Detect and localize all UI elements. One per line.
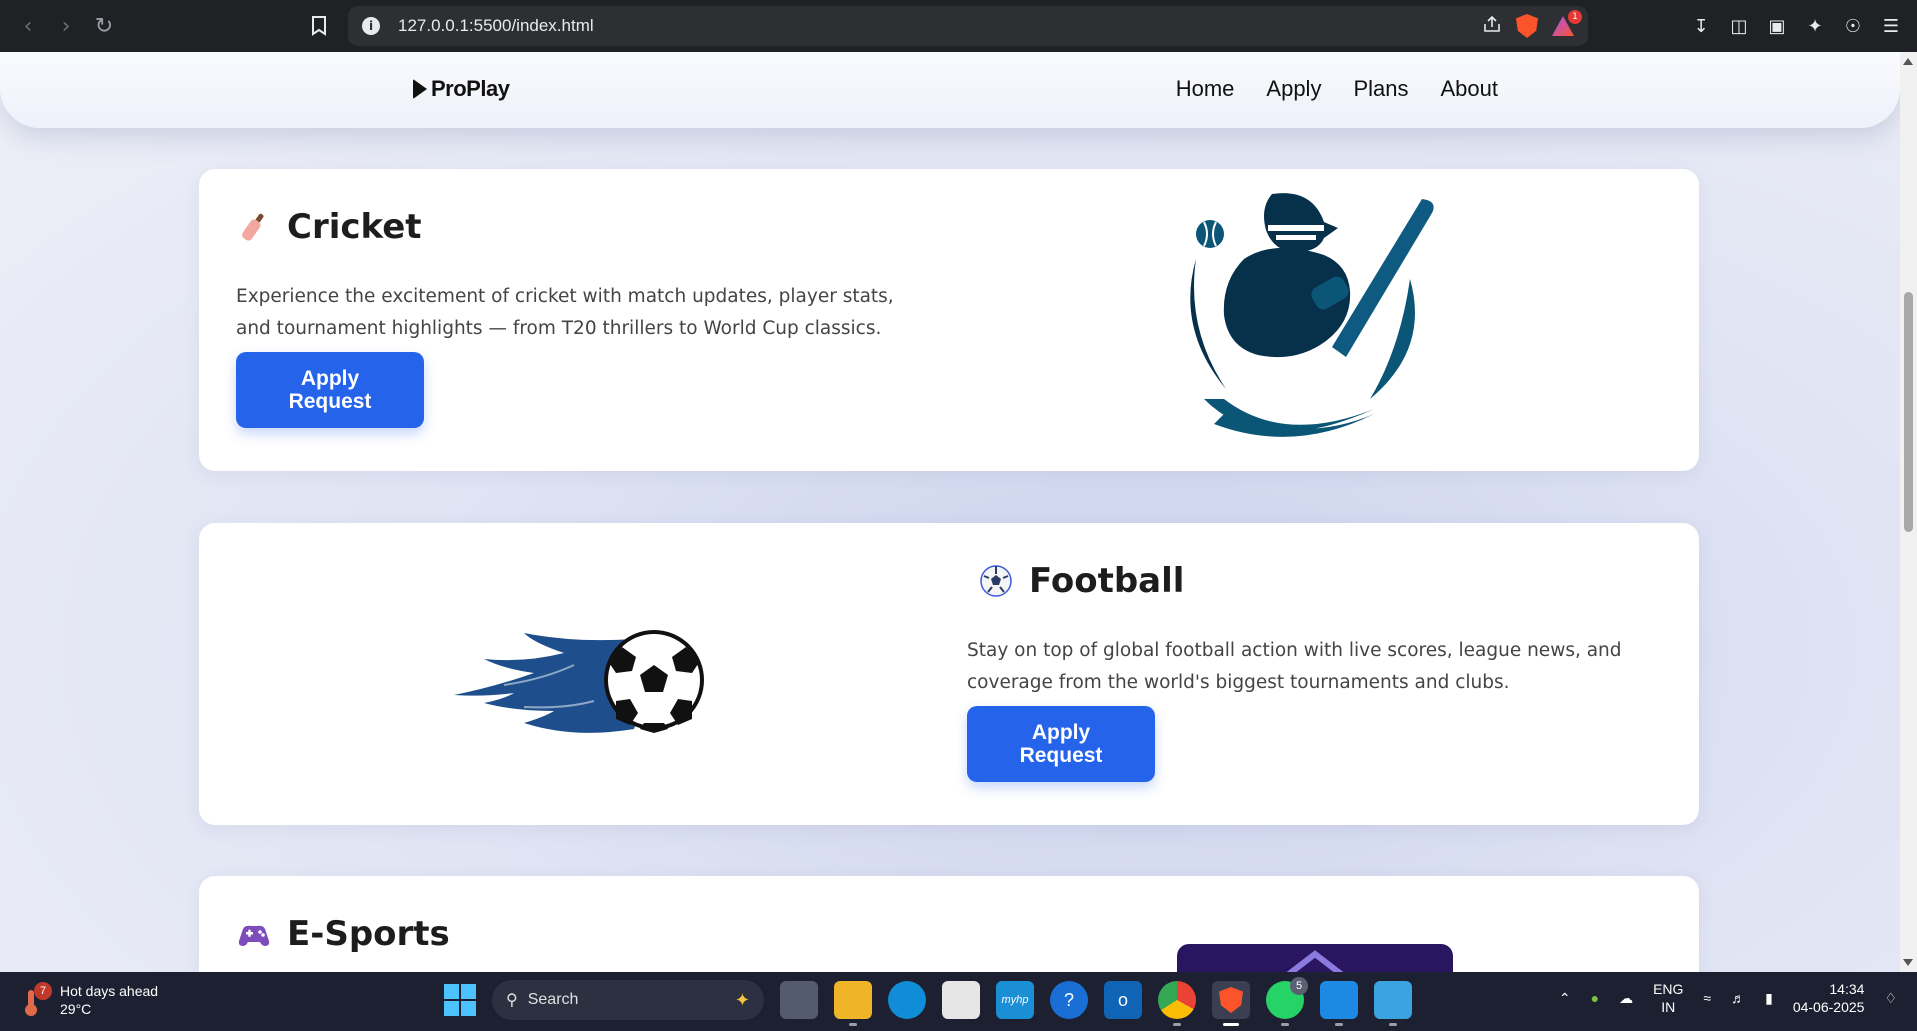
weather-temp: 29°C bbox=[60, 1001, 92, 1017]
notification-bell-icon[interactable]: ♢ bbox=[1884, 990, 1897, 1007]
play-icon bbox=[413, 79, 427, 99]
page-viewport: ProPlay Home Apply Plans About Cricket E… bbox=[0, 52, 1900, 972]
help-icon[interactable]: ? bbox=[1050, 981, 1088, 1019]
apply-request-button-cricket[interactable]: Apply Request bbox=[236, 352, 424, 428]
taskbar-apps: ⚲ Search ✦ myhp ? o 5 bbox=[444, 977, 1412, 1026]
chrome-icon[interactable] bbox=[1158, 981, 1196, 1026]
search-placeholder: Search bbox=[527, 991, 579, 1008]
bookmark-icon[interactable] bbox=[302, 9, 336, 43]
scroll-thumb[interactable] bbox=[1904, 292, 1913, 532]
browser-tools: ↧ ◫ ▣ ✦ ☉ ☰ bbox=[1689, 16, 1903, 37]
brave-shields-icon[interactable] bbox=[1516, 14, 1538, 38]
weather-widget[interactable]: 7 Hot days ahead 29°C bbox=[22, 982, 158, 1018]
browser-nav-group: ‹ › ↻ bbox=[10, 8, 122, 44]
vscode-icon[interactable] bbox=[1320, 981, 1358, 1026]
clock[interactable]: 14:34 04-06-2025 bbox=[1793, 980, 1865, 1016]
sport-card-esports: E-Sports bbox=[199, 876, 1699, 972]
main-nav: Home Apply Plans About bbox=[1176, 76, 1498, 102]
file-explorer-icon[interactable] bbox=[834, 981, 872, 1026]
site-logo[interactable]: ProPlay bbox=[413, 76, 510, 102]
card-description-cricket: Experience the excitement of cricket wit… bbox=[236, 286, 894, 339]
download-icon[interactable]: ↧ bbox=[1689, 16, 1713, 37]
taskbar-search[interactable]: ⚲ Search ✦ bbox=[492, 980, 764, 1020]
soccer-ball-icon bbox=[980, 565, 1012, 597]
edge-icon[interactable] bbox=[888, 981, 926, 1019]
gamepad-icon bbox=[238, 925, 270, 946]
logo-text: ProPlay bbox=[431, 76, 510, 101]
weather-title: Hot days ahead bbox=[60, 983, 159, 999]
clock-date: 04-06-2025 bbox=[1792, 999, 1865, 1015]
task-view-icon[interactable] bbox=[780, 981, 818, 1019]
brave-rewards-icon[interactable]: 1 bbox=[1552, 10, 1582, 36]
forward-icon[interactable]: › bbox=[48, 8, 84, 44]
site-header: ProPlay Home Apply Plans About bbox=[0, 52, 1900, 128]
card-description-football: Stay on top of global football action wi… bbox=[967, 640, 1622, 693]
cloud-sync-icon[interactable]: ☁ bbox=[1619, 990, 1633, 1007]
card-title-cricket: Cricket bbox=[237, 207, 422, 247]
store-icon[interactable] bbox=[942, 981, 980, 1019]
scroll-down-icon[interactable] bbox=[1903, 959, 1913, 966]
nav-apply[interactable]: Apply bbox=[1266, 76, 1321, 102]
card-title-football: Football bbox=[979, 561, 1184, 601]
tray-app-icon[interactable]: ● bbox=[1591, 990, 1599, 1006]
sport-card-cricket: Cricket Experience the excitement of cri… bbox=[199, 169, 1699, 471]
clock-time: 14:34 bbox=[1829, 981, 1865, 997]
address-bar[interactable]: i 127.0.0.1:5500/index.html 1 bbox=[348, 6, 1588, 46]
copilot-spark-icon: ✦ bbox=[734, 989, 750, 1010]
taskbar: 7 Hot days ahead 29°C ⚲ Search ✦ myhp ? … bbox=[0, 972, 1917, 1031]
weather-badge: 7 bbox=[34, 982, 52, 1000]
cricket-bat-icon bbox=[242, 213, 264, 241]
rewards-badge: 1 bbox=[1568, 10, 1582, 24]
card-title-esports: E-Sports bbox=[237, 914, 450, 954]
reload-icon[interactable]: ↻ bbox=[86, 8, 122, 44]
leo-ai-icon[interactable]: ✦ bbox=[1803, 16, 1827, 37]
volume-icon[interactable]: ♬ bbox=[1731, 990, 1745, 1006]
cricket-player-illustration bbox=[1190, 193, 1434, 437]
esports-illustration bbox=[1177, 944, 1453, 972]
nav-plans[interactable]: Plans bbox=[1353, 76, 1408, 102]
address-url[interactable]: 127.0.0.1:5500/index.html bbox=[398, 16, 1482, 36]
apply-request-button-football[interactable]: Apply Request bbox=[967, 706, 1155, 782]
brave-taskbar-icon[interactable] bbox=[1212, 981, 1250, 1026]
wallet-icon[interactable]: ▣ bbox=[1765, 16, 1789, 37]
thermometer-icon: 7 bbox=[22, 982, 52, 1018]
notepad-icon[interactable] bbox=[1374, 981, 1412, 1026]
browser-toolbar: ‹ › ↻ i 127.0.0.1:5500/index.html 1 ↧ ◫ … bbox=[0, 0, 1917, 52]
battery-icon[interactable]: ▮ bbox=[1765, 990, 1773, 1007]
sidebar-icon[interactable]: ◫ bbox=[1727, 16, 1751, 37]
address-bar-actions: 1 bbox=[1482, 10, 1582, 38]
windows-start-icon[interactable] bbox=[444, 984, 476, 1016]
page-scrollbar[interactable] bbox=[1900, 52, 1917, 972]
site-info-icon[interactable]: i bbox=[362, 17, 380, 35]
menu-icon[interactable]: ☰ bbox=[1879, 16, 1903, 37]
vpn-icon[interactable]: ☉ bbox=[1841, 16, 1865, 37]
nav-home[interactable]: Home bbox=[1176, 76, 1235, 102]
tray-overflow-icon[interactable]: ⌃ bbox=[1559, 990, 1571, 1007]
football-illustration bbox=[454, 630, 704, 733]
sport-card-football: Football Stay on top of global football … bbox=[199, 523, 1699, 825]
back-icon[interactable]: ‹ bbox=[10, 8, 46, 44]
language-indicator[interactable]: ENG IN bbox=[1653, 980, 1683, 1016]
nav-about[interactable]: About bbox=[1441, 76, 1499, 102]
scroll-up-icon[interactable] bbox=[1903, 58, 1913, 65]
system-tray: ⌃ ● ☁ ENG IN ≈ ♬ ▮ 14:34 04-06-2025 ♢ bbox=[1559, 980, 1897, 1016]
search-icon: ⚲ bbox=[506, 992, 518, 1009]
wifi-icon[interactable]: ≈ bbox=[1703, 990, 1711, 1006]
share-icon[interactable] bbox=[1482, 15, 1502, 38]
whatsapp-badge: 5 bbox=[1290, 977, 1308, 995]
myhp-icon[interactable]: myhp bbox=[996, 981, 1034, 1019]
whatsapp-icon[interactable]: 5 bbox=[1266, 977, 1308, 1026]
outlook-icon[interactable]: o bbox=[1104, 981, 1142, 1019]
